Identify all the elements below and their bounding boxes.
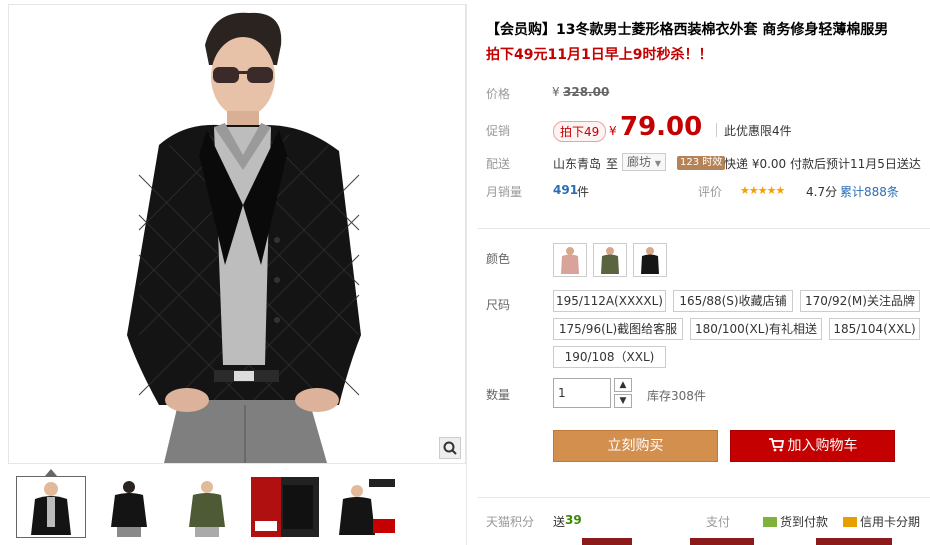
promotion-label: 促销 <box>486 124 511 138</box>
thumbnail-back[interactable] <box>94 476 164 538</box>
review-count-link[interactable]: 累计888条 <box>840 183 899 200</box>
destination-select[interactable]: 廊坊 ▼ <box>622 153 666 171</box>
stock-text: 库存308件 <box>647 389 706 403</box>
product-gallery <box>8 4 466 464</box>
size-option[interactable]: 180/100(XL)有礼相送 <box>690 318 822 340</box>
color-label: 颜色 <box>486 252 511 266</box>
payment-label: 支付 <box>706 515 731 529</box>
size-option[interactable]: 185/104(XXL) <box>829 318 920 340</box>
product-title: 【会员购】13冬款男士菱形格西装棉衣外套 商务修身轻薄棉服男 <box>486 22 889 38</box>
promo-price: 79.00 <box>620 112 703 142</box>
selected-indicator <box>45 469 57 476</box>
size-option[interactable]: 170/92(M)关注品牌 <box>800 290 920 312</box>
color-option-pink[interactable] <box>553 243 587 277</box>
rating-stars-icon: ★★★★★ <box>740 184 785 197</box>
color-option-black[interactable] <box>633 243 667 277</box>
promo-limit: 此优惠限4件 <box>724 124 792 138</box>
chevron-up-icon: ▲ <box>619 380 627 390</box>
quantity-label: 数量 <box>486 388 511 402</box>
promotion-tag: 拍下49 <box>553 121 607 142</box>
cash-icon <box>763 517 777 527</box>
add-to-cart-label: 加入购物车 <box>787 438 858 454</box>
ship-from: 山东青岛 <box>553 157 602 171</box>
delivery-time-badge: 123 时效 <box>677 156 726 170</box>
delivery-label: 配送 <box>486 157 511 171</box>
magnifier-icon <box>443 441 457 455</box>
chevron-down-icon: ▼ <box>619 396 627 406</box>
monthly-sales-label: 月销量 <box>486 185 523 199</box>
monthly-sales-count: 491 <box>553 183 579 197</box>
thumbnail-strip <box>8 466 466 545</box>
cash-on-delivery-label: 货到付款 <box>780 515 829 529</box>
rating-score: 4.7分 <box>806 185 838 199</box>
rating-label: 评价 <box>698 185 723 199</box>
buy-now-button[interactable]: 立刻购买 <box>553 430 718 462</box>
size-label: 尺码 <box>486 298 511 312</box>
cart-icon <box>768 438 784 452</box>
service-tag <box>582 538 632 545</box>
service-tag <box>690 538 754 545</box>
destination-value: 廊坊 <box>627 155 652 169</box>
size-option[interactable]: 165/88(S)收藏店铺 <box>673 290 793 312</box>
section-divider <box>478 497 930 498</box>
main-product-image[interactable] <box>9 5 465 463</box>
divider <box>716 123 717 137</box>
thumbnail-promo[interactable] <box>250 476 320 538</box>
quantity-input[interactable]: 1 <box>553 378 611 408</box>
thumbnail-price[interactable] <box>328 476 398 538</box>
chevron-down-icon: ▼ <box>654 159 661 168</box>
color-option-green[interactable] <box>593 243 627 277</box>
promo-headline: 拍下49元11月1日早上9时秒杀！！ <box>486 47 713 63</box>
black-jacket-icon <box>641 247 659 274</box>
price-currency: ¥ <box>552 85 560 99</box>
panel-divider <box>466 4 467 545</box>
add-to-cart-button[interactable]: 加入购物车 <box>730 430 895 462</box>
cash-on-delivery[interactable]: 货到付款 <box>763 513 828 530</box>
quantity-decrease-button[interactable]: ▼ <box>614 394 632 408</box>
credit-installment[interactable]: 信用卡分期 <box>843 513 920 530</box>
section-divider <box>478 228 930 229</box>
tmall-points-label: 天猫积分 <box>486 515 535 529</box>
zoom-button[interactable] <box>439 437 461 459</box>
ship-to-word: 至 <box>606 157 619 171</box>
pink-jacket-icon <box>561 247 579 274</box>
quantity-increase-button[interactable]: ▲ <box>614 378 632 392</box>
points-prefix: 送 <box>553 515 566 529</box>
credit-installment-label: 信用卡分期 <box>860 515 921 529</box>
thumbnail-green[interactable] <box>172 476 242 538</box>
green-jacket-icon <box>601 247 619 274</box>
credit-card-icon <box>843 517 857 527</box>
size-option[interactable]: 175/96(L)截图给客服 <box>553 318 683 340</box>
price-label: 价格 <box>486 87 511 101</box>
original-price: 328.00 <box>563 85 610 99</box>
size-option[interactable]: 195/112A(XXXXL) <box>553 290 666 312</box>
size-option[interactable]: 190/108（XXL) <box>553 346 666 368</box>
express-info: 快递 ¥0.00 付款后预计11月5日送达 <box>724 157 921 171</box>
service-row-partial <box>486 538 906 545</box>
monthly-sales-unit: 件 <box>577 185 590 199</box>
service-tag <box>816 538 892 545</box>
thumbnail-front[interactable] <box>16 469 86 538</box>
promo-currency: ¥ <box>609 124 617 138</box>
points-value: 39 <box>565 513 582 527</box>
